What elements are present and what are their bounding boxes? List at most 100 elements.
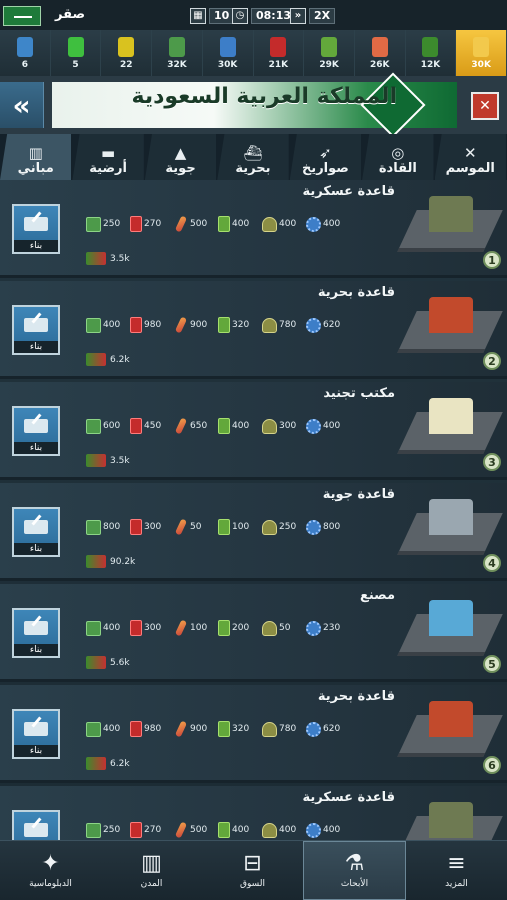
cost-item: 320 bbox=[218, 317, 258, 333]
nav-research[interactable]: ⚗ الأبحاث bbox=[303, 841, 406, 900]
resource-cell[interactable]: 22 bbox=[101, 30, 153, 76]
cost-value: 320 bbox=[232, 724, 250, 734]
uranium-icon bbox=[118, 36, 135, 57]
cost-item: 400 bbox=[218, 822, 258, 838]
cost-value: 600 bbox=[103, 421, 121, 431]
tab-icon: ▬ bbox=[101, 144, 116, 162]
building-image bbox=[397, 491, 503, 563]
cost-value: 300 bbox=[279, 421, 297, 431]
build-label: بناء bbox=[14, 240, 58, 252]
close-button[interactable]: ✕ bbox=[471, 92, 499, 120]
building-structure bbox=[429, 499, 473, 535]
building-image bbox=[397, 794, 503, 840]
money-cost: 6.2k bbox=[86, 353, 130, 366]
hammer-build-icon bbox=[21, 211, 51, 233]
pencil-icon bbox=[174, 821, 188, 839]
tab-buildings[interactable]: ▥ مباني bbox=[0, 134, 72, 180]
cost-item: 400 bbox=[218, 418, 258, 434]
nav-label: المزيد bbox=[445, 879, 468, 889]
resource-value: 26K bbox=[370, 59, 390, 70]
tab-icon: ▲ bbox=[174, 144, 187, 162]
steel-crate-icon bbox=[86, 418, 101, 434]
cost-item: 270 bbox=[130, 216, 170, 232]
money-value: 6.2k bbox=[110, 758, 130, 769]
resource-cell[interactable]: 12K bbox=[405, 30, 457, 76]
speed-chip[interactable]: » 2X bbox=[290, 7, 336, 24]
resource-cell[interactable]: 30K bbox=[456, 30, 507, 76]
resource-cell[interactable]: 6 bbox=[0, 30, 51, 76]
tab-label: جوية bbox=[165, 161, 196, 176]
gear-icon bbox=[306, 519, 321, 535]
cost-value: 400 bbox=[323, 421, 341, 431]
oil-icon bbox=[16, 36, 33, 57]
tab-missiles[interactable]: ➶ صواريخ bbox=[289, 134, 362, 180]
country-flag-icon[interactable] bbox=[3, 6, 41, 26]
cost-item: 400 bbox=[306, 418, 346, 434]
build-label: بناء bbox=[14, 644, 58, 656]
building-structure bbox=[429, 600, 473, 636]
cost-item: 400 bbox=[86, 317, 126, 333]
nav-cities[interactable]: ▥ المدن bbox=[101, 841, 202, 900]
hammer-build-icon bbox=[21, 312, 51, 334]
resource-cell[interactable]: 5 bbox=[50, 30, 102, 76]
speed-value: 2X bbox=[309, 7, 336, 24]
cost-item: 780 bbox=[262, 317, 302, 333]
steel-crate-icon bbox=[86, 721, 101, 737]
cost-value: 400 bbox=[323, 825, 341, 835]
building-number-badge: 4 bbox=[483, 554, 501, 572]
tab-naval[interactable]: ⛴ بحرية bbox=[217, 134, 289, 180]
banknotes-icon bbox=[86, 555, 106, 568]
tab-leaders[interactable]: ◎ القادة bbox=[362, 134, 434, 180]
tab-season[interactable]: ✕ الموسم bbox=[434, 134, 506, 180]
red-fuel-icon bbox=[130, 721, 142, 737]
nav-more[interactable]: ≡ المزيد bbox=[406, 841, 507, 900]
red-fuel-icon bbox=[130, 418, 142, 434]
build-label: بناء bbox=[14, 341, 58, 353]
cost-value: 50 bbox=[279, 623, 291, 633]
building-image bbox=[397, 693, 503, 765]
cost-item: 50 bbox=[174, 518, 214, 536]
cost-value: 980 bbox=[144, 320, 162, 330]
cost-value: 400 bbox=[232, 421, 250, 431]
gear-icon bbox=[306, 721, 321, 737]
resource-value: 29K bbox=[319, 59, 339, 70]
cost-value: 400 bbox=[103, 623, 121, 633]
hammer-build-icon bbox=[21, 615, 51, 637]
cost-item: 300 bbox=[130, 620, 170, 636]
building-image bbox=[397, 592, 503, 664]
cost-value: 400 bbox=[232, 219, 250, 229]
cost-item: 250 bbox=[86, 822, 126, 838]
cities-icon: ▥ bbox=[141, 851, 162, 876]
level-chip: ▦ 10 bbox=[190, 7, 235, 24]
build-button[interactable]: بناء bbox=[12, 406, 60, 456]
building-number-badge: 6 bbox=[483, 756, 501, 774]
build-button[interactable]: بناء bbox=[12, 608, 60, 658]
steel-crate-icon bbox=[86, 620, 101, 636]
build-button[interactable]: بناء bbox=[12, 507, 60, 557]
building-number-badge: 2 bbox=[483, 352, 501, 370]
red-fuel-icon bbox=[130, 620, 142, 636]
resource-cell[interactable]: 21K bbox=[253, 30, 305, 76]
tab-air[interactable]: ▲ جوية bbox=[144, 134, 217, 180]
resource-cell[interactable]: 30K bbox=[202, 30, 254, 76]
gear-icon bbox=[306, 620, 321, 636]
tab-ground[interactable]: ▬ أرضية bbox=[72, 134, 144, 180]
resource-cell[interactable]: 26K bbox=[354, 30, 406, 76]
nav-market[interactable]: ⊟ السوق bbox=[202, 841, 303, 900]
cost-item: 200 bbox=[218, 620, 258, 636]
cash-stack-icon bbox=[218, 721, 230, 737]
building-structure bbox=[429, 802, 473, 838]
cost-item: 780 bbox=[262, 721, 302, 737]
nav-diplomacy[interactable]: ✦ الدبلوماسية bbox=[0, 841, 101, 900]
resource-cell[interactable]: 29K bbox=[304, 30, 355, 76]
build-button[interactable]: بناء bbox=[12, 810, 60, 840]
building-number-badge: 5 bbox=[483, 655, 501, 673]
build-button[interactable]: بناء bbox=[12, 204, 60, 254]
build-button[interactable]: بناء bbox=[12, 305, 60, 355]
resource-cell[interactable]: 32K bbox=[152, 30, 203, 76]
back-button[interactable]: « bbox=[0, 82, 44, 128]
banknotes-icon bbox=[86, 757, 106, 770]
build-button[interactable]: بناء bbox=[12, 709, 60, 759]
money-cost: 90.2k bbox=[86, 555, 135, 568]
banknotes-icon bbox=[86, 353, 106, 366]
